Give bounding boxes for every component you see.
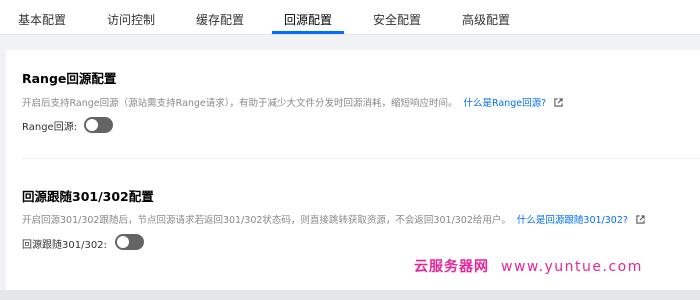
page: 基本配置 访问控制 缓存配置 回源配置 安全配置 高级配置 Range回源配置 … <box>0 0 700 300</box>
tab-cache-config[interactable]: 缓存配置 <box>196 0 244 34</box>
active-tab-indicator <box>272 31 344 34</box>
toggle-knob <box>86 119 98 131</box>
redirect-section-title: 回源跟随301/302配置 <box>22 189 154 204</box>
tab-advanced-config[interactable]: 高级配置 <box>462 0 510 34</box>
range-section-title: Range回源配置 <box>22 71 117 86</box>
redirect-description-text: 开启回源301/302跟随后，节点回源请求若返回301/302状态码，则直接跳转… <box>22 215 511 226</box>
tab-basic-config[interactable]: 基本配置 <box>18 0 66 34</box>
watermark-url: www.yuntue.com <box>501 259 643 275</box>
redirect-help-link[interactable]: 什么是回源跟随301/302? <box>517 215 628 226</box>
external-link-icon[interactable] <box>554 98 563 110</box>
range-description-text: 开启后支持Range回源（源站需支持Range请求），有助于减少大文件分发时回源… <box>22 98 458 109</box>
bottom-shade <box>0 290 700 300</box>
redirect-follow-toggle[interactable] <box>115 234 144 250</box>
tab-security-config[interactable]: 安全配置 <box>373 0 421 34</box>
range-help-link[interactable]: 什么是Range回源? <box>463 98 546 109</box>
redirect-field-label: 回源跟随301/302: <box>22 240 107 251</box>
tab-origin-config[interactable]: 回源配置 <box>284 0 332 34</box>
range-origin-toggle[interactable] <box>84 117 113 133</box>
tab-bar: 基本配置 访问控制 缓存配置 回源配置 安全配置 高级配置 <box>0 0 700 35</box>
watermark-text: 云服务器网 <box>414 259 489 275</box>
redirect-section-description: 开启回源301/302跟随后，节点回源请求若返回301/302状态码，则直接跳转… <box>22 212 645 227</box>
watermark: 云服务器网 www.yuntue.com <box>414 256 643 276</box>
range-field-label: Range回源: <box>22 122 78 133</box>
toggle-knob <box>117 236 129 248</box>
tab-access-control[interactable]: 访问控制 <box>107 0 155 34</box>
range-section-description: 开启后支持Range回源（源站需支持Range请求），有助于减少大文件分发时回源… <box>22 95 563 110</box>
section-divider <box>22 158 700 159</box>
external-link-icon[interactable] <box>636 215 645 227</box>
